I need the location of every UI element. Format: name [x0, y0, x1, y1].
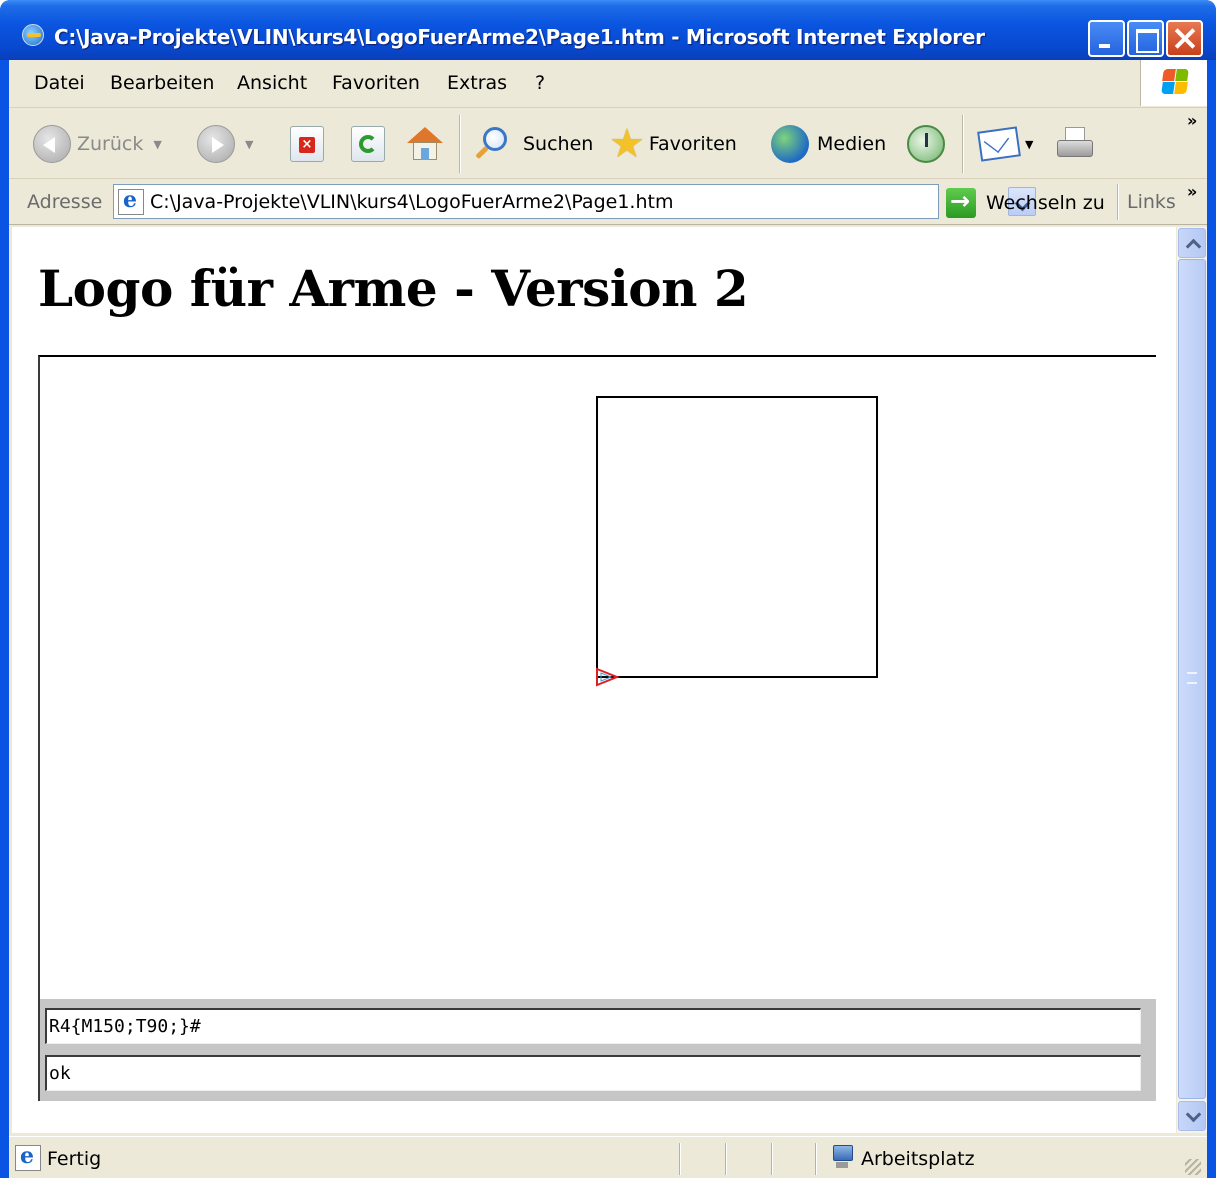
scroll-thumb[interactable]: [1178, 259, 1206, 1099]
favorites-label: Favoriten: [648, 133, 737, 155]
go-button[interactable]: Wechseln zu: [946, 187, 1105, 219]
menu-favoriten[interactable]: Favoriten: [332, 72, 420, 94]
status-separator: [771, 1143, 773, 1175]
address-bar: Adresse C:\Java-Projekte\VLIN\kurs4\Logo…: [9, 180, 1207, 225]
title-bar[interactable]: C:\Java-Projekte\VLIN\kurs4\LogoFuerArme…: [0, 0, 1216, 60]
back-arrow-icon: [33, 125, 71, 163]
favorites-star-icon: ★: [609, 121, 645, 167]
maximize-button[interactable]: [1127, 20, 1164, 57]
drawn-square: [596, 396, 878, 678]
history-icon: [907, 125, 945, 163]
go-arrow-icon: [946, 187, 976, 218]
status-bar: Fertig Arbeitsplatz: [9, 1136, 1207, 1178]
home-icon: [405, 125, 445, 163]
menu-bar: Datei Bearbeiten Ansicht Favoriten Extra…: [9, 60, 1207, 108]
forward-arrow-icon: [197, 125, 235, 163]
links-label[interactable]: Links: [1127, 191, 1176, 213]
home-button[interactable]: [405, 121, 445, 167]
mail-button[interactable]: ▼: [977, 121, 1033, 167]
mail-icon: [977, 126, 1021, 162]
forward-button[interactable]: ▼: [197, 121, 253, 167]
minimize-button[interactable]: [1088, 20, 1125, 57]
media-label: Medien: [817, 133, 887, 155]
window-title: C:\Java-Projekte\VLIN\kurs4\LogoFuerArme…: [54, 25, 985, 49]
stop-button[interactable]: ×: [290, 121, 324, 167]
scroll-down-button[interactable]: [1178, 1101, 1206, 1131]
address-input[interactable]: C:\Java-Projekte\VLIN\kurs4\LogoFuerArme…: [113, 184, 1036, 219]
menu-datei[interactable]: Datei: [34, 72, 85, 94]
resize-grip[interactable]: [1185, 1159, 1201, 1175]
history-button[interactable]: [907, 121, 945, 167]
search-button[interactable]: Suchen: [473, 121, 593, 167]
favorites-button[interactable]: ★ Favoriten: [609, 121, 737, 167]
toolbar-overflow-chevron[interactable]: »: [1187, 111, 1197, 130]
refresh-button[interactable]: [351, 121, 385, 167]
browser-window: C:\Java-Projekte\VLIN\kurs4\LogoFuerArme…: [0, 0, 1216, 1178]
window-client: Datei Bearbeiten Ansicht Favoriten Extra…: [9, 60, 1207, 1178]
menu-help[interactable]: ?: [535, 72, 545, 94]
printer-icon: [1055, 127, 1095, 161]
status-separator: [815, 1143, 817, 1175]
windows-logo: [1140, 60, 1207, 106]
toolbar-separator: [962, 115, 964, 173]
go-label: Wechseln zu: [986, 192, 1105, 214]
logo-applet: R4{M150;T90;}# ok: [38, 355, 1156, 1101]
page-title: Logo für Arme - Version 2: [38, 259, 749, 318]
refresh-icon: [351, 126, 385, 162]
vertical-scrollbar[interactable]: [1177, 227, 1207, 1133]
status-separator: [679, 1143, 681, 1175]
back-dropdown-icon[interactable]: ▼: [153, 138, 161, 151]
applet-controls: R4{M150;T90;}# ok: [40, 999, 1156, 1101]
links-overflow-chevron[interactable]: »: [1187, 182, 1197, 201]
menu-extras[interactable]: Extras: [447, 72, 507, 94]
address-label: Adresse: [27, 191, 103, 213]
media-button[interactable]: Medien: [771, 121, 886, 167]
mail-dropdown-icon[interactable]: ▼: [1025, 138, 1033, 151]
status-page-icon: [15, 1143, 41, 1171]
menu-ansicht[interactable]: Ansicht: [237, 72, 307, 94]
status-text: Fertig: [47, 1148, 102, 1170]
address-url[interactable]: C:\Java-Projekte\VLIN\kurs4\LogoFuerArme…: [150, 191, 673, 213]
back-label: Zurück: [77, 133, 144, 155]
ie-page-icon: [118, 187, 144, 215]
address-separator: [1117, 184, 1119, 220]
status-separator: [725, 1143, 727, 1175]
search-icon: [473, 125, 509, 163]
command-input[interactable]: R4{M150;T90;}#: [45, 1008, 1141, 1044]
search-label: Suchen: [523, 133, 594, 155]
security-zone: Arbeitsplatz: [861, 1148, 975, 1170]
stop-icon: ×: [290, 126, 324, 162]
page-content: Logo für Arme - Version 2 R4{M150;T90;}#…: [12, 227, 1176, 1133]
ie-window-icon[interactable]: [22, 24, 44, 46]
print-button[interactable]: [1055, 121, 1095, 167]
menu-bearbeiten[interactable]: Bearbeiten: [110, 72, 214, 94]
computer-zone-icon: [831, 1145, 853, 1171]
toolbar-separator: [459, 115, 461, 173]
scroll-up-button[interactable]: [1178, 228, 1206, 258]
close-button[interactable]: [1166, 20, 1203, 57]
turtle-canvas[interactable]: [40, 357, 1154, 999]
back-button[interactable]: Zurück ▼: [33, 121, 162, 167]
forward-dropdown-icon[interactable]: ▼: [245, 138, 253, 151]
media-globe-icon: [771, 125, 809, 163]
standard-toolbar: Zurück ▼ ▼ × Suchen ★ Favoriten Medien ▼…: [9, 109, 1207, 179]
output-field: ok: [45, 1055, 1141, 1091]
